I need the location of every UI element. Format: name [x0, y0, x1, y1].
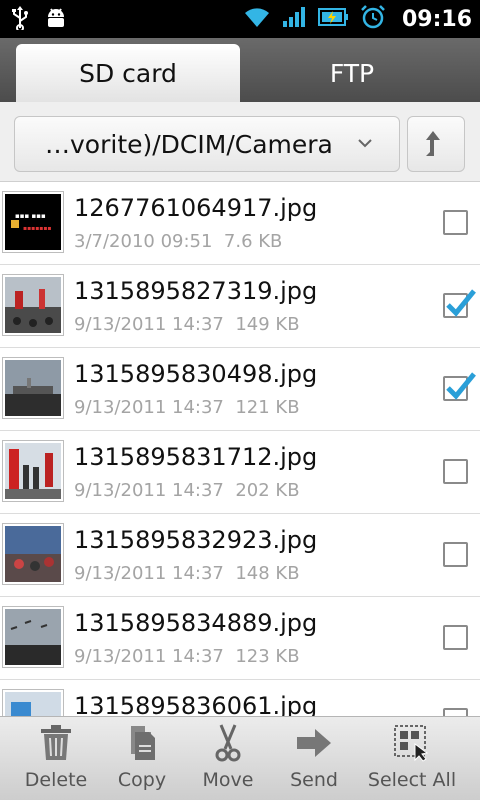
- parent-folder-button[interactable]: [407, 116, 465, 172]
- thumbnail: [2, 357, 64, 419]
- file-meta: 9/13/2011 14:37 123 KB: [74, 646, 300, 667]
- arrow-right-icon: [295, 717, 333, 769]
- thumbnail: [2, 689, 64, 716]
- alarm-icon: [360, 4, 386, 34]
- copy-button[interactable]: Copy: [104, 717, 180, 801]
- delete-label: Delete: [24, 769, 88, 791]
- select-all-button[interactable]: Select All: [360, 717, 464, 801]
- move-button[interactable]: Move: [190, 717, 266, 801]
- tab-sd-card[interactable]: SD card: [16, 44, 240, 102]
- action-toolbar: Delete Copy Move Send Select All: [0, 716, 480, 800]
- file-meta: 9/13/2011 14:37 148 KB: [74, 563, 300, 584]
- file-meta: 9/13/2011 14:37 121 KB: [74, 397, 300, 418]
- file-name: 1315895831712.jpg: [74, 443, 318, 471]
- wifi-icon: [242, 5, 272, 33]
- chevron-down-icon: [357, 135, 373, 155]
- tab-ftp[interactable]: FTP: [240, 44, 464, 102]
- file-name: 1315895832923.jpg: [74, 526, 318, 554]
- file-row[interactable]: 1315895832923.jpg 9/13/2011 14:37 148 KB: [0, 514, 480, 597]
- thumbnail: [2, 523, 64, 585]
- file-name: 1267761064917.jpg: [74, 194, 318, 222]
- file-name: 1315895834889.jpg: [74, 609, 318, 637]
- file-meta: 9/13/2011 14:37 149 KB: [74, 314, 300, 335]
- file-meta: 9/13/2011 14:37 202 KB: [74, 480, 300, 501]
- usb-icon: [10, 6, 30, 34]
- file-checkbox[interactable]: [443, 542, 468, 567]
- send-button[interactable]: Send: [276, 717, 352, 801]
- send-label: Send: [290, 769, 338, 791]
- copy-label: Copy: [117, 769, 167, 791]
- thumbnail: [2, 440, 64, 502]
- file-meta: 3/7/2010 09:51 7.6 KB: [74, 231, 283, 252]
- svg-text:▪▪▪▪▪▪▪: ▪▪▪▪▪▪▪: [23, 225, 51, 232]
- path-bar: …vorite)/DCIM/Camera: [0, 102, 480, 182]
- thumbnail: [2, 606, 64, 668]
- battery-charging-icon: [317, 5, 350, 33]
- file-row[interactable]: 1315895827319.jpg 9/13/2011 14:37 149 KB: [0, 265, 480, 348]
- move-label: Move: [202, 769, 254, 791]
- tab-bar: SD card FTP: [0, 38, 480, 102]
- svg-text:▪▪▪ ▪▪▪: ▪▪▪ ▪▪▪: [15, 212, 46, 220]
- file-checkbox[interactable]: [443, 708, 468, 716]
- thumbnail: [2, 274, 64, 336]
- file-list: ▪▪▪ ▪▪▪ ▪▪▪▪▪▪▪ 1267761064917.jpg 3/7/201…: [0, 182, 480, 716]
- file-checkbox[interactable]: [443, 210, 468, 235]
- file-row[interactable]: 1315895836061.jpg: [0, 680, 480, 716]
- select-all-label: Select All: [367, 769, 457, 791]
- file-name: 1315895836061.jpg: [74, 692, 318, 716]
- clock: 09:16: [401, 6, 472, 32]
- file-checkbox[interactable]: [443, 289, 476, 318]
- path-dropdown[interactable]: …vorite)/DCIM/Camera: [14, 116, 400, 172]
- file-checkbox[interactable]: [443, 372, 476, 401]
- path-text: …vorite)/DCIM/Camera: [45, 129, 333, 159]
- file-row[interactable]: 1315895830498.jpg 9/13/2011 14:37 121 KB: [0, 348, 480, 431]
- file-checkbox[interactable]: [443, 625, 468, 650]
- check-icon: [446, 289, 476, 317]
- file-row[interactable]: ▪▪▪ ▪▪▪ ▪▪▪▪▪▪▪ 1267761064917.jpg 3/7/201…: [0, 182, 480, 265]
- thumbnail: ▪▪▪ ▪▪▪ ▪▪▪▪▪▪▪: [2, 191, 64, 253]
- signal-icon: [282, 5, 308, 33]
- file-checkbox[interactable]: [443, 459, 468, 484]
- file-row[interactable]: 1315895831712.jpg 9/13/2011 14:37 202 KB: [0, 431, 480, 514]
- check-icon: [446, 372, 476, 400]
- copy-icon: [125, 717, 159, 769]
- status-bar: 09:16: [0, 0, 480, 38]
- android-debug-icon: [44, 6, 68, 34]
- select-all-icon: [393, 717, 431, 769]
- file-row[interactable]: 1315895834889.jpg 9/13/2011 14:37 123 KB: [0, 597, 480, 680]
- trash-icon: [39, 717, 73, 769]
- up-arrow-icon: [426, 131, 440, 156]
- file-name: 1315895827319.jpg: [74, 277, 318, 305]
- scissors-icon: [211, 717, 245, 769]
- delete-button[interactable]: Delete: [14, 717, 98, 801]
- file-name: 1315895830498.jpg: [74, 360, 318, 388]
